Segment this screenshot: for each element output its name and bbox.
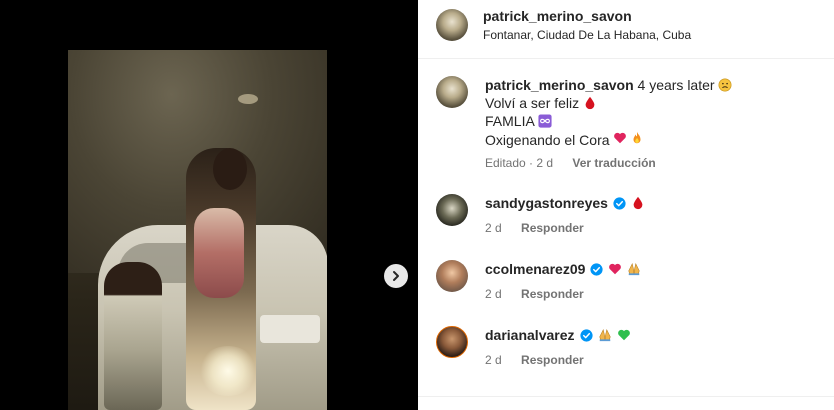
folded-hands-icon [628, 262, 640, 276]
red-heart-icon [614, 132, 627, 144]
comment-username[interactable]: sandygastonreyes [485, 195, 608, 211]
caption-text-3: FAMLIA [485, 113, 535, 129]
photo-flash [198, 346, 258, 396]
caption-line-4: Oxigenando el Cora [485, 131, 644, 148]
comment-avatar[interactable] [436, 194, 468, 226]
caption-line-3: FAMLIA [485, 113, 552, 129]
author-username[interactable]: patrick_merino_savon [483, 8, 632, 24]
post-location[interactable]: Fontanar, Ciudad De La Habana, Cuba [483, 28, 691, 42]
post-photo [68, 50, 327, 410]
caption-text-1: 4 years later [637, 77, 715, 93]
post-details-panel: patrick_merino_savon Fontanar, Ciudad De… [418, 0, 834, 410]
verified-badge-icon [613, 196, 626, 210]
caption-line-2: Volví a ser feliz [485, 95, 597, 111]
post-header: patrick_merino_savon Fontanar, Ciudad De… [418, 0, 834, 59]
comment-time: 2 d [485, 221, 502, 235]
comment-avatar[interactable] [436, 326, 468, 358]
comment-time: 2 d [485, 287, 502, 301]
folded-hands-icon [598, 328, 611, 342]
red-heart-icon [609, 263, 622, 275]
next-image-button[interactable] [384, 264, 408, 288]
edited-time: Editado · 2 d [485, 156, 554, 170]
comment-time: 2 d [485, 353, 502, 367]
green-heart-icon [617, 329, 630, 341]
drop-of-blood-icon [633, 196, 643, 210]
comment-row: ccolmenarez09 [485, 261, 641, 277]
fire-icon [633, 131, 641, 144]
caption-text-4: Oxigenando el Cora [485, 132, 610, 148]
reply-button[interactable]: Responder [521, 353, 584, 367]
verified-badge-icon [590, 262, 603, 276]
verified-badge-icon [579, 328, 593, 342]
action-bar-edge [418, 396, 834, 410]
author-avatar[interactable] [436, 9, 468, 41]
comment-row: sandygastonreyes [485, 195, 645, 211]
comment-username[interactable]: ccolmenarez09 [485, 261, 585, 277]
caption-username[interactable]: patrick_merino_savon [485, 77, 634, 93]
comment-row: darianalvarez [485, 327, 631, 343]
comment-meta: 2 d Responder [485, 287, 584, 301]
photo-kid [104, 262, 162, 410]
caption-meta: Editado · 2 d Ver traducción [485, 156, 656, 170]
comment-meta: 2 d Responder [485, 221, 584, 235]
comment-username[interactable]: darianalvarez [485, 327, 575, 343]
photo-baby [194, 208, 244, 298]
reply-button[interactable]: Responder [521, 287, 584, 301]
caption-first-line: patrick_merino_savon 4 years later [485, 77, 732, 93]
caption-emoji-group [613, 131, 644, 145]
slightly-frowning-face-icon [718, 78, 732, 92]
chevron-right-icon [393, 271, 399, 281]
photo-lamp [238, 94, 258, 104]
comment-meta: 2 d Responder [485, 353, 584, 367]
see-translation-link[interactable]: Ver traducción [572, 156, 655, 170]
comment-avatar[interactable] [436, 260, 468, 292]
caption-text-2: Volví a ser feliz [485, 95, 580, 111]
reply-button[interactable]: Responder [521, 221, 584, 235]
photo-adult-head [213, 148, 247, 190]
caption-avatar[interactable] [436, 76, 468, 108]
photo-car-grill [260, 315, 320, 343]
post-media-panel [0, 0, 418, 410]
drop-of-blood-icon [585, 96, 595, 110]
infinity-icon [538, 114, 552, 128]
